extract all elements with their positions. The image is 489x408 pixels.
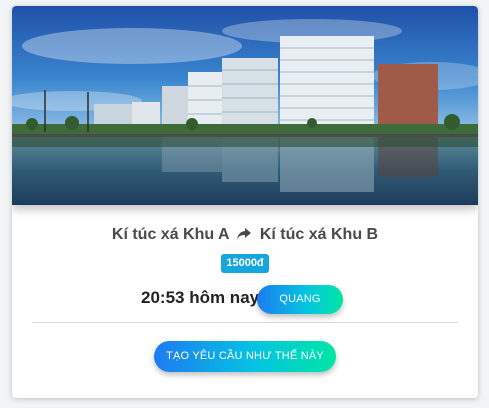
route-to: Kí túc xá Khu B [259, 226, 379, 243]
price-badge: 15000đ [221, 254, 269, 273]
share-arrow-icon [236, 227, 252, 246]
route-title: Kí túc xá Khu A Kí túc xá Khu B [12, 226, 478, 246]
trip-time: 20:53 hôm nay [141, 288, 260, 307]
driver-button[interactable]: QUANG [257, 285, 343, 314]
divider [32, 322, 458, 323]
dormitory-photo [12, 6, 478, 205]
trip-card: Kí túc xá Khu A Kí túc xá Khu B 15000đ 2… [12, 6, 478, 398]
create-similar-request-button[interactable]: TẠO YÊU CẦU NHƯ THẾ NÀY [154, 341, 336, 372]
route-from: Kí túc xá Khu A [111, 226, 229, 243]
